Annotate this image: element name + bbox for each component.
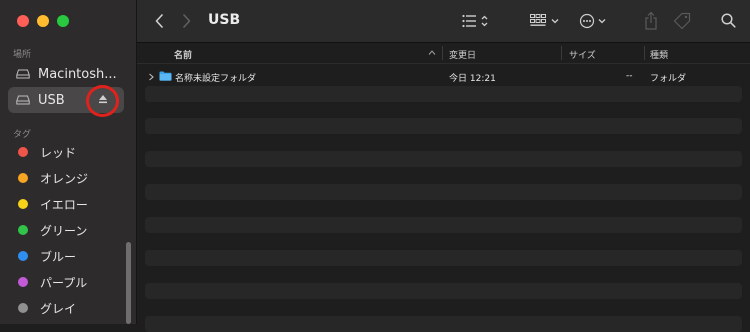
column-header: 名前 変更日 サイズ 種類 [137, 43, 750, 64]
tag-label: イエロー [40, 197, 88, 212]
window-title: USB [208, 12, 241, 28]
finder-window: 場所 Macintosh... USB タグ レッド オレンジ イエロー グリー… [0, 0, 750, 332]
file-name: 名称未設定フォルダ [175, 74, 257, 84]
tag-color-dot [18, 251, 28, 261]
back-icon[interactable] [155, 14, 163, 28]
sidebar-tag-purple[interactable]: パープル [18, 272, 87, 292]
window-controls [17, 15, 69, 27]
column-separator [561, 46, 562, 60]
empty-row-stripe [145, 250, 742, 266]
tag-color-dot [18, 147, 28, 157]
column-separator [644, 46, 645, 60]
forward-icon[interactable] [183, 14, 191, 28]
tag-color-dot [18, 303, 28, 313]
toolbar: USB [137, 0, 750, 43]
external-drive-icon [16, 95, 30, 105]
tag-label: グレイ [40, 301, 77, 316]
share-icon[interactable] [644, 11, 658, 30]
sidebar-scrollbar[interactable] [126, 242, 131, 324]
empty-row-stripe [145, 283, 742, 299]
tag-color-dot [18, 173, 28, 183]
sidebar-item-label: USB [38, 92, 65, 108]
file-list: 名前 変更日 サイズ 種類 名称未設定フォルダ 今日 12:21 -- フォルダ [137, 43, 750, 332]
sidebar-tag-gray[interactable]: グレイ [18, 298, 76, 318]
sidebar-item-label: Macintosh... [38, 66, 117, 82]
column-kind[interactable]: 種類 [650, 48, 668, 61]
file-size: -- [626, 71, 633, 81]
sidebar-section-locations: 場所 [13, 50, 32, 60]
list-view-icon[interactable] [462, 14, 490, 28]
tag-label: レッド [40, 145, 77, 160]
empty-row-stripe [145, 217, 742, 233]
sidebar-item-macintosh-hd[interactable]: Macintosh... [8, 61, 124, 87]
sidebar-tag-blue[interactable]: ブルー [18, 246, 76, 266]
search-icon[interactable] [721, 13, 736, 28]
sidebar-tag-orange[interactable]: オレンジ [18, 168, 88, 188]
sidebar-tag-red[interactable]: レッド [18, 142, 76, 162]
tag-color-dot [18, 225, 28, 235]
column-name[interactable]: 名前 [174, 48, 192, 61]
sidebar-tag-yellow[interactable]: イエロー [18, 194, 88, 214]
folder-icon [159, 71, 172, 81]
tag-icon[interactable] [673, 12, 691, 30]
sidebar-tag-green[interactable]: グリーン [18, 220, 87, 240]
empty-row-stripe [145, 86, 742, 102]
column-separator [442, 46, 443, 60]
file-kind: フォルダ [650, 74, 687, 84]
empty-row-stripe [145, 184, 742, 200]
group-icon[interactable] [530, 14, 560, 28]
eject-highlight-circle [86, 85, 119, 117]
tag-color-dot [18, 277, 28, 287]
tag-label: オレンジ [40, 171, 89, 186]
empty-row-stripe [145, 151, 742, 167]
column-size[interactable]: サイズ [569, 48, 596, 61]
internal-drive-icon [16, 69, 30, 79]
tag-label: パープル [40, 275, 88, 290]
close-window-button[interactable] [17, 15, 29, 27]
minimize-window-button[interactable] [37, 15, 49, 27]
sidebar-section-tags: タグ [13, 130, 32, 140]
tag-label: グリーン [40, 223, 88, 238]
column-date-modified[interactable]: 変更日 [449, 48, 476, 61]
file-date-modified: 今日 12:21 [449, 74, 496, 84]
disclosure-triangle-icon[interactable] [148, 73, 155, 81]
zoom-window-button[interactable] [57, 15, 69, 27]
sidebar: 場所 Macintosh... USB タグ レッド オレンジ イエロー グリー… [0, 0, 137, 324]
sort-ascending-icon[interactable] [428, 50, 436, 55]
empty-row-stripe [145, 316, 742, 332]
table-row[interactable]: 名称未設定フォルダ 今日 12:21 -- フォルダ [145, 68, 742, 86]
empty-row-stripe [145, 118, 742, 134]
more-actions-icon[interactable] [579, 13, 609, 29]
tag-color-dot [18, 199, 28, 209]
tag-label: ブルー [40, 249, 77, 264]
